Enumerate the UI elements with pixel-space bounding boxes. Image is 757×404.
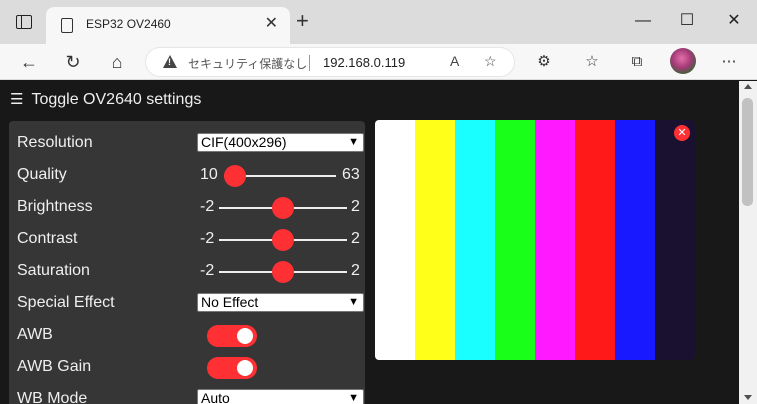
color-bar-4 (495, 120, 535, 360)
scroll-down-arrow-icon[interactable] (744, 395, 752, 400)
color-bar-8 (655, 120, 695, 360)
contrast-slider-thumb[interactable] (272, 229, 294, 251)
brightness-min: -2 (200, 198, 215, 215)
saturation-label: Saturation (17, 262, 90, 279)
toggle-knob (237, 328, 253, 344)
page-content: ☰ Toggle OV2640 settings Resolution CIF(4… (0, 81, 739, 404)
resolution-label: Resolution (17, 134, 93, 151)
wb-mode-value: Auto (201, 390, 230, 404)
brightness-max: 2 (351, 198, 360, 215)
brightness-row: Brightness -2 2 (17, 192, 360, 224)
tab-actions-icon[interactable] (16, 15, 32, 29)
collections-icon[interactable]: ⧉ (625, 50, 649, 74)
settings-toggle[interactable]: ☰ Toggle OV2640 settings (10, 90, 201, 109)
profile-avatar[interactable] (670, 48, 696, 74)
special-effect-label: Special Effect (17, 294, 115, 311)
brightness-slider-thumb[interactable] (272, 197, 294, 219)
hamburger-icon: ☰ (10, 91, 24, 108)
saturation-slider-thumb[interactable] (272, 261, 294, 283)
resolution-value: CIF(400x296) (201, 134, 287, 150)
favorites-icon[interactable]: ☆ (580, 50, 604, 74)
warning-icon[interactable] (163, 55, 177, 68)
contrast-min: -2 (200, 230, 215, 247)
scroll-up-arrow-icon[interactable] (744, 84, 752, 89)
wb-mode-select[interactable]: Auto ▼ (197, 389, 364, 404)
close-window-button[interactable]: ✕ (722, 10, 746, 32)
scrollbar-thumb[interactable] (742, 98, 753, 206)
quality-slider-thumb[interactable] (224, 165, 246, 187)
contrast-row: Contrast -2 2 (17, 224, 360, 256)
brightness-label: Brightness (17, 198, 93, 215)
extensions-icon[interactable]: ⚙ (532, 50, 556, 74)
color-bar-6 (575, 120, 615, 360)
saturation-row: Saturation -2 2 (17, 256, 360, 288)
quality-label: Quality (17, 166, 67, 183)
settings-toggle-label: Toggle OV2640 settings (31, 91, 202, 108)
chevron-down-icon: ▼ (348, 392, 359, 404)
color-bar-2 (415, 120, 455, 360)
awb-toggle[interactable] (207, 325, 257, 347)
quality-max: 63 (342, 166, 360, 183)
url-bar[interactable]: セキュリティ保護なし 192.168.0.119 A ☆ (145, 47, 515, 77)
browser-tab[interactable]: ESP32 OV2460 ✕ (46, 7, 290, 44)
close-tab-button[interactable]: ✕ (265, 14, 278, 34)
contrast-label: Contrast (17, 230, 78, 247)
refresh-icon[interactable]: ↻ (60, 49, 86, 75)
browser-tab-strip: ESP32 OV2460 ✕ + — ☐ ✕ (0, 0, 757, 44)
color-bar-7 (615, 120, 655, 360)
read-aloud-icon[interactable]: A (450, 53, 459, 69)
chevron-down-icon: ▼ (348, 136, 359, 148)
close-stream-button[interactable]: ✕ (674, 125, 690, 141)
quality-row: Quality 10 63 (17, 160, 360, 192)
camera-stream (375, 120, 695, 360)
minimize-button[interactable]: — (631, 10, 655, 32)
awb-row: AWB (17, 320, 357, 352)
home-icon[interactable]: ⌂ (104, 49, 130, 75)
settings-panel: Resolution CIF(400x296) ▼ Quality 10 63 … (9, 121, 365, 404)
chevron-down-icon: ▼ (348, 296, 359, 308)
add-favorite-icon[interactable]: ☆ (484, 53, 497, 70)
special-effect-value: No Effect (201, 294, 259, 310)
saturation-max: 2 (351, 262, 360, 279)
security-label[interactable]: セキュリティ保護なし (188, 55, 307, 72)
resolution-row: Resolution CIF(400x296) ▼ (17, 128, 364, 160)
maximize-button[interactable]: ☐ (675, 10, 699, 32)
toggle-knob (237, 360, 253, 376)
page-scrollbar[interactable] (739, 81, 757, 404)
page-icon (61, 18, 73, 33)
awb-gain-label: AWB Gain (17, 358, 92, 375)
wb-mode-label: WB Mode (17, 390, 88, 404)
awb-gain-toggle[interactable] (207, 357, 257, 379)
tab-title: ESP32 OV2460 (86, 17, 171, 31)
special-effect-select[interactable]: No Effect ▼ (197, 293, 364, 312)
more-menu-icon[interactable]: ⋯ (717, 50, 741, 74)
awb-gain-row: AWB Gain (17, 352, 357, 384)
wb-mode-row: WB Mode Auto ▼ (17, 384, 364, 404)
color-bar-1 (375, 120, 415, 360)
back-icon[interactable]: ← (16, 49, 42, 75)
special-effect-row: Special Effect No Effect ▼ (17, 288, 364, 320)
awb-label: AWB (17, 326, 53, 343)
saturation-min: -2 (200, 262, 215, 279)
resolution-select[interactable]: CIF(400x296) ▼ (197, 133, 364, 152)
new-tab-button[interactable]: + (296, 10, 309, 32)
contrast-max: 2 (351, 230, 360, 247)
color-bar-5 (535, 120, 575, 360)
address-bar: ← ↻ ⌂ セキュリティ保護なし 192.168.0.119 A ☆ ⚙ ☆ ⧉… (0, 44, 757, 80)
url-separator (309, 55, 310, 71)
quality-min: 10 (200, 166, 218, 183)
color-bar-3 (455, 120, 495, 360)
url-text[interactable]: 192.168.0.119 (323, 55, 405, 70)
